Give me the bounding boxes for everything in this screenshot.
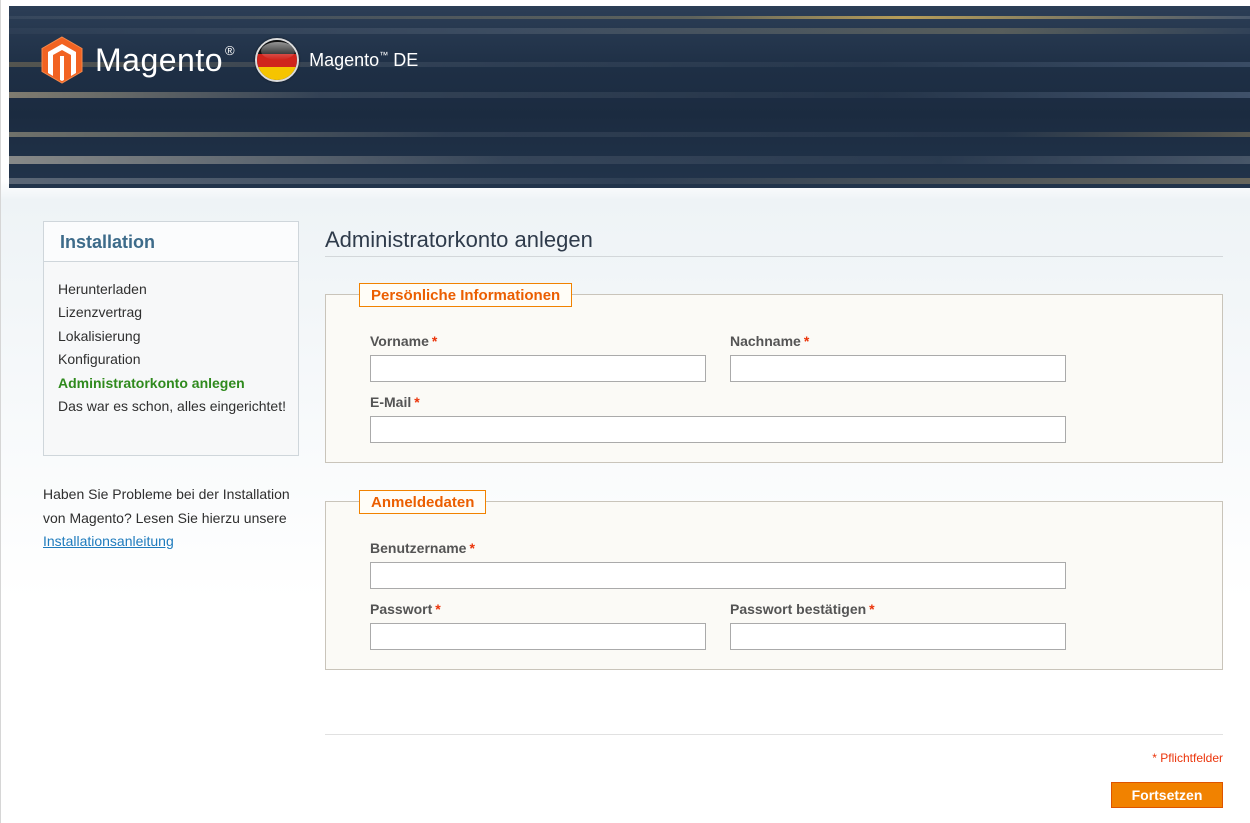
lastname-input[interactable] (730, 355, 1066, 382)
help-text: Haben Sie Probleme bei der Installation … (43, 483, 293, 554)
locale-name: Magento™ DE (309, 49, 419, 70)
page: Magento ® Magento™ DE Installation Herunt… (0, 0, 1250, 823)
page-title: Administratorkonto anlegen (325, 227, 1223, 257)
installation-steps-box: Installation Herunterladen Lizenzvertrag… (43, 221, 299, 456)
german-flag-icon (255, 38, 300, 82)
username-label: Benutzername * (370, 540, 475, 556)
login-data-fieldset: Anmeldedaten Benutzername * Passwort * Pas… (325, 490, 1223, 670)
email-label: E-Mail * (370, 394, 420, 410)
lastname-field: Nachname * (730, 333, 1066, 382)
footer-divider (325, 734, 1223, 735)
login-data-legend: Anmeldedaten (359, 490, 487, 514)
password-input[interactable] (370, 623, 706, 650)
step-item: Das war es schon, alles eingerichtet! (58, 398, 286, 415)
username-input[interactable] (370, 562, 1066, 589)
email-field: E-Mail * (370, 394, 1066, 443)
brand: Magento ® Magento™ DE (41, 36, 418, 84)
magento-logo-icon (41, 36, 83, 84)
header-banner: Magento ® Magento™ DE (9, 6, 1250, 188)
username-field: Benutzername * (370, 540, 1066, 589)
confirm-password-label: Passwort bestätigen * (730, 601, 875, 617)
step-item: Lizenzvertrag (58, 304, 143, 321)
firstname-label: Vorname * (370, 333, 438, 349)
help-text-body: Haben Sie Probleme bei der Installation … (43, 486, 290, 526)
firstname-field: Vorname * (370, 333, 706, 382)
step-item: Herunterladen (58, 281, 147, 297)
sidebar-title: Installation (44, 222, 298, 262)
continue-button[interactable]: Fortsetzen (1111, 782, 1223, 808)
installation-guide-link[interactable]: Installationsanleitung (43, 533, 174, 549)
step-item: Konfiguration (58, 351, 141, 368)
email-input[interactable] (370, 416, 1066, 443)
password-field: Passwort * (370, 601, 706, 650)
brand-name: Magento ® (95, 41, 236, 78)
step-item: Lokalisierung (58, 327, 141, 344)
password-label: Passwort * (370, 601, 441, 617)
confirm-password-input[interactable] (730, 623, 1066, 650)
firstname-input[interactable] (370, 355, 706, 382)
lastname-label: Nachname * (730, 333, 810, 349)
confirm-password-field: Passwort bestätigen * (730, 601, 1066, 650)
step-item-active: Administratorkonto anlegen (58, 374, 245, 391)
step-list: Herunterladen Lizenzvertrag Lokalisierun… (44, 262, 298, 418)
personal-info-legend: Persönliche Informationen (359, 283, 573, 307)
required-fields-note: * Pflichtfelder (1152, 751, 1223, 765)
personal-info-fieldset: Persönliche Informationen Vorname * Nachn… (325, 283, 1223, 463)
